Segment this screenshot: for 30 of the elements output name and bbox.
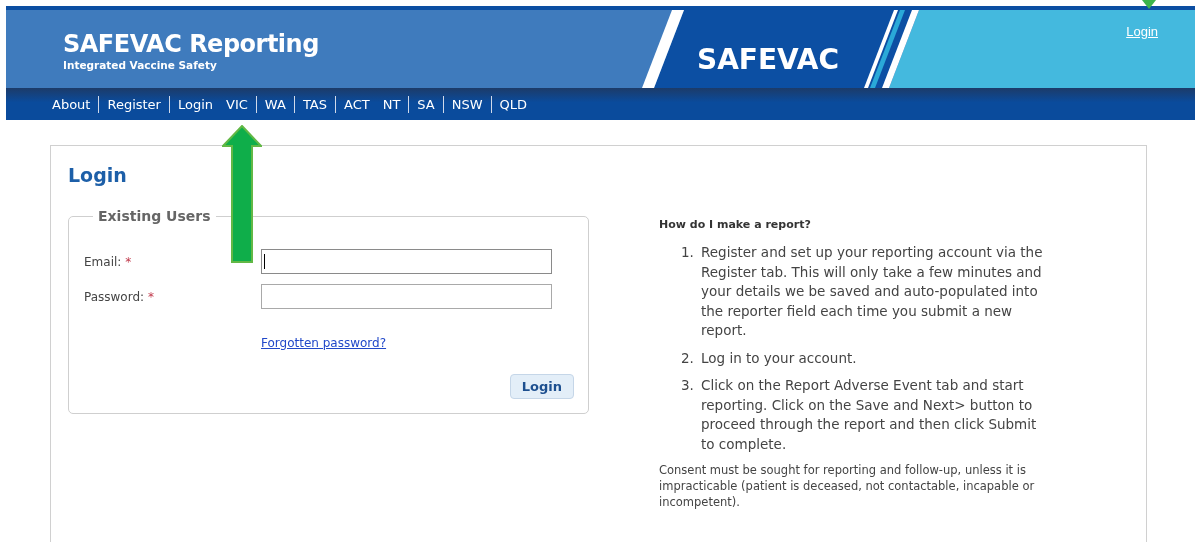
step-text: Log in to your account.	[701, 348, 858, 368]
nav-link[interactable]: WA	[264, 96, 286, 112]
login-button[interactable]: Login	[509, 374, 574, 399]
step-number: 1.	[681, 243, 695, 262]
field-label: Email:	[84, 254, 122, 269]
required-mark: *	[148, 289, 155, 304]
nav-link[interactable]: QLD	[499, 96, 528, 112]
nav-link[interactable]: TAS	[302, 96, 327, 112]
site-subtitle: Integrated Vaccine Safety	[63, 59, 217, 71]
nav-link[interactable]: SA	[417, 96, 435, 112]
nav-link[interactable]: VIC	[226, 96, 248, 112]
required-mark: *	[125, 254, 132, 269]
consent-note: Consent must be sought for reporting and follow-up, unless it is impracticable (patient is deceased, not contactable, incapable or incompetent).	[659, 462, 1036, 510]
step-number: 2.	[681, 348, 695, 368]
nav-link[interactable]: ACT	[344, 96, 370, 112]
site-title: SAFEVAC Reporting	[63, 30, 319, 58]
nav-link[interactable]: About	[52, 96, 91, 112]
step-text: Click on the Report Adverse Event tab and start reporting. Click on the Save and Next> button to proceed through the report and then click Submit to complete.	[701, 376, 1038, 454]
field-label: Password:	[84, 289, 145, 304]
logo: SAFEVAC	[697, 42, 840, 78]
nav-link[interactable]: Register	[107, 96, 161, 112]
help-heading: How do I make a report?	[659, 218, 811, 231]
forgot-password-link[interactable]: Forgotten password?	[261, 336, 387, 350]
group-legend: Existing Users	[93, 208, 216, 224]
page-heading: Login	[68, 163, 127, 187]
step-text: Register and set up your reporting account via the Register tab. This will only take a few minutes and your details we be saved and auto-populated into the reporter field each time you submit a new report.	[701, 243, 1044, 340]
nav-link[interactable]: NSW	[451, 96, 483, 112]
nav-link[interactable]: Login	[177, 96, 214, 112]
step-number: 3.	[681, 376, 695, 395]
nav-link[interactable]: NT	[382, 96, 401, 112]
